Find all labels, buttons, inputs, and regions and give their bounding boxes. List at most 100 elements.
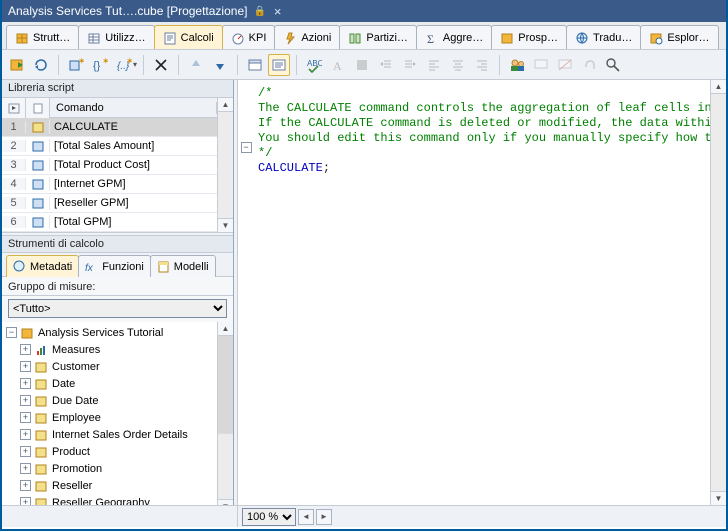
subtab-functions[interactable]: fx Funzioni [78, 255, 151, 277]
reconnect-button[interactable] [30, 54, 52, 76]
measure-group-select[interactable]: <Tutto> [8, 299, 227, 318]
uncomment-button[interactable] [554, 54, 576, 76]
tree-node-dimension[interactable]: +Reseller [2, 477, 217, 494]
tab-aggregazioni[interactable]: Σ Aggre… [416, 25, 492, 49]
expand-icon[interactable]: + [20, 480, 31, 491]
scrollbar[interactable]: ▲ ▼ [217, 98, 233, 232]
expand-icon[interactable]: + [20, 395, 31, 406]
form-view-button[interactable] [244, 54, 266, 76]
scrollbar[interactable]: ▲ ▼ [710, 80, 726, 505]
tree-node-dimension[interactable]: +Due Date [2, 392, 217, 409]
check-syntax-button[interactable]: ABC [303, 54, 325, 76]
tab-label: Azioni [301, 32, 331, 44]
collapse-icon[interactable]: − [6, 327, 17, 338]
script-editor[interactable]: − /* The CALCULATE command controls the … [238, 80, 726, 505]
dimension-icon [33, 393, 48, 408]
dimension-icon [33, 444, 48, 459]
row-number: 4 [2, 178, 26, 190]
expand-icon[interactable]: + [20, 463, 31, 474]
tab-utilizzo[interactable]: Utilizz… [78, 25, 154, 49]
command-column-header[interactable]: Comando [50, 102, 217, 114]
expand-icon[interactable]: + [20, 412, 31, 423]
tree-root[interactable]: − Analysis Services Tutorial [2, 324, 217, 341]
fold-toggle-icon[interactable]: − [241, 142, 252, 153]
expand-icon[interactable]: + [20, 344, 31, 355]
tab-label: Partizi… [366, 32, 408, 44]
scroll-up-icon[interactable]: ▲ [218, 322, 233, 336]
row-label: [Total Sales Amount] [50, 140, 217, 152]
font-button[interactable]: A [327, 54, 349, 76]
expand-icon[interactable]: + [20, 429, 31, 440]
scroll-up-icon[interactable]: ▲ [218, 98, 233, 112]
tree-node-dimension[interactable]: +Promotion [2, 460, 217, 477]
delete-button[interactable] [150, 54, 172, 76]
script-row[interactable]: 1 CALCULATE [2, 118, 217, 137]
expand-icon[interactable]: + [20, 497, 31, 505]
tab-struttura[interactable]: Strutt… [6, 25, 79, 49]
zoom-in-button[interactable]: ► [316, 509, 332, 525]
script-row[interactable]: 5 [Reseller GPM] [2, 194, 217, 213]
zoom-out-button[interactable]: ◄ [298, 509, 314, 525]
move-up-button[interactable] [185, 54, 207, 76]
script-editor-pane: − /* The CALCULATE command controls the … [238, 80, 726, 505]
tab-esplora[interactable]: Esplor… [640, 25, 718, 49]
scroll-down-icon[interactable]: ▼ [218, 499, 233, 505]
code-area[interactable]: /* The CALCULATE command controls the ag… [254, 80, 710, 505]
indent-button[interactable] [399, 54, 421, 76]
scroll-down-icon[interactable]: ▼ [711, 491, 726, 505]
zoom-select[interactable]: 100 % [242, 508, 296, 526]
icon-column-header[interactable] [26, 98, 50, 118]
dimension-icon [33, 376, 48, 391]
comment-button[interactable] [530, 54, 552, 76]
new-script-command-button[interactable]: {..}✶ ▾ [113, 54, 137, 76]
row-number: 1 [2, 121, 26, 133]
attach-button[interactable] [578, 54, 600, 76]
script-row[interactable]: 6 [Total GPM] [2, 213, 217, 232]
expand-icon[interactable]: + [20, 446, 31, 457]
scrollbar[interactable]: ▲ ▼ [217, 322, 233, 505]
tab-calcoli[interactable]: Calcoli [154, 25, 223, 49]
new-calc-member-button[interactable]: ✶ [65, 54, 87, 76]
dimension-icon [33, 495, 48, 505]
tree-node-dimension[interactable]: +Reseller Geography [2, 494, 217, 505]
align-left-button[interactable] [423, 54, 445, 76]
scroll-down-icon[interactable]: ▼ [218, 218, 233, 232]
tree-node-dimension[interactable]: +Date [2, 375, 217, 392]
scroll-track[interactable] [711, 94, 726, 491]
new-named-set-button[interactable]: {}✶ [89, 54, 111, 76]
outdent-button[interactable] [375, 54, 397, 76]
tab-kpi[interactable]: KPI [222, 25, 276, 49]
move-down-button[interactable] [209, 54, 231, 76]
tab-close-icon[interactable]: × [274, 4, 282, 19]
subtab-metadata[interactable]: Metadati [6, 255, 79, 277]
tree-node-dimension[interactable]: +Customer [2, 358, 217, 375]
align-right-button[interactable] [471, 54, 493, 76]
tab-prospettive[interactable]: Prosp… [491, 25, 567, 49]
tree-node-dimension[interactable]: +Product [2, 443, 217, 460]
title-bar: Analysis Services Tut….cube [Progettazio… [2, 0, 726, 22]
row-selector-header[interactable] [2, 98, 26, 118]
fill-color-button[interactable] [351, 54, 373, 76]
subtab-templates[interactable]: Modelli [150, 255, 216, 277]
metadata-tree[interactable]: − Analysis Services Tutorial + Measures … [2, 322, 217, 505]
tree-node-measures[interactable]: + Measures [2, 341, 217, 358]
find-button[interactable] [602, 54, 624, 76]
script-row[interactable]: 2 [Total Sales Amount] [2, 137, 217, 156]
tab-azioni[interactable]: Azioni [274, 25, 340, 49]
calc-tools-panel: Strumenti di calcolo Metadati fx Funzion… [2, 236, 233, 505]
tree-node-dimension[interactable]: +Internet Sales Order Details [2, 426, 217, 443]
tab-partizioni[interactable]: Partizi… [339, 25, 417, 49]
user-button[interactable] [506, 54, 528, 76]
script-row[interactable]: 4 [Internet GPM] [2, 175, 217, 194]
tree-node-dimension[interactable]: +Employee [2, 409, 217, 426]
scroll-track[interactable] [218, 336, 233, 499]
tab-traduzioni[interactable]: Tradu… [566, 25, 641, 49]
align-center-button[interactable] [447, 54, 469, 76]
expand-icon[interactable]: + [20, 361, 31, 372]
expand-icon[interactable]: + [20, 378, 31, 389]
script-view-button[interactable] [268, 54, 290, 76]
scroll-up-icon[interactable]: ▲ [711, 80, 726, 94]
scroll-track[interactable] [218, 112, 233, 218]
process-button[interactable] [6, 54, 28, 76]
script-row[interactable]: 3 [Total Product Cost] [2, 156, 217, 175]
